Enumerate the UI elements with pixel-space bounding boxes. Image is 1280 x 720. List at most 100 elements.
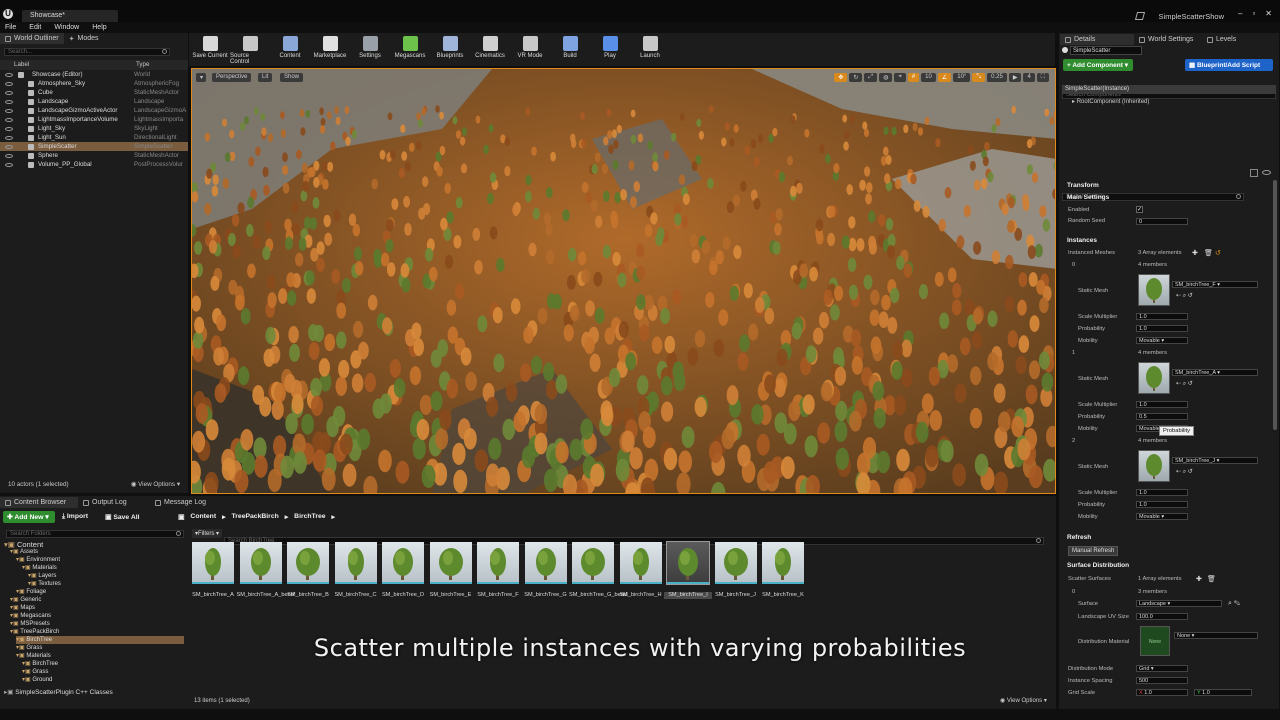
array-add-icon[interactable]: ✚ — [1196, 575, 1202, 583]
visibility-icon[interactable] — [5, 72, 13, 77]
section-instances[interactable]: Instances — [1063, 236, 1275, 246]
browse-icon[interactable]: ⇠ ⌕ ↺ — [1176, 380, 1193, 388]
rotate-icon[interactable]: ↻ — [849, 73, 863, 82]
toolbar-button-megascans[interactable]: Megascans — [390, 36, 430, 65]
inst-spacing-field[interactable]: 500 — [1136, 677, 1188, 684]
section-surface-distribution[interactable]: Surface Distribution — [1063, 561, 1275, 571]
section-refresh[interactable]: Refresh — [1063, 533, 1275, 543]
breadcrumb-content[interactable]: Content — [190, 513, 216, 521]
tab-modes[interactable]: ✦ Modes — [64, 33, 104, 44]
tab-output-log[interactable]: Output Log — [78, 497, 150, 508]
menu-edit[interactable]: Edit — [29, 24, 41, 31]
folder-item[interactable]: ▾▣ Ground — [22, 676, 52, 684]
visibility-icon[interactable] — [5, 135, 13, 140]
import-button[interactable]: ⤓ Import — [62, 513, 88, 521]
mesh-thumbnail[interactable] — [1138, 450, 1170, 482]
world-icon[interactable]: ◍ — [879, 73, 893, 82]
folder-item[interactable]: ▾▣ Foliage — [16, 588, 46, 596]
dist-mode-dropdown[interactable]: Grid ▾ — [1136, 665, 1188, 672]
mesh-thumbnail[interactable] — [1138, 274, 1170, 306]
static-mesh-dropdown[interactable]: SM_birchTree_J ▾ — [1172, 457, 1258, 464]
details-scrollbar[interactable] — [1273, 180, 1277, 430]
col-type[interactable]: Type — [136, 61, 149, 68]
probability-field[interactable]: 1.0 — [1136, 325, 1188, 332]
mobility-dropdown[interactable]: Movable ▾ — [1136, 513, 1188, 520]
outliner-row[interactable]: Sphere StaticMeshActor — [0, 151, 188, 160]
folder-item[interactable]: ▾▣ Content — [4, 540, 43, 549]
toolbar-button-cinematics[interactable]: Cinematics — [470, 36, 510, 65]
folder-item[interactable]: ▾▣ Textures — [28, 580, 61, 588]
picker-icon[interactable]: ⌕ ✎ — [1228, 600, 1240, 608]
random-seed-field[interactable]: 0 — [1136, 218, 1188, 225]
folder-item[interactable]: ▾▣ Assets — [10, 548, 38, 556]
asset-tile[interactable] — [762, 542, 804, 584]
save-all-button[interactable]: ▣ Save All — [105, 513, 140, 521]
outliner-row[interactable]: Showcase (Editor) World — [0, 70, 188, 79]
grid-snap-value[interactable]: 10 — [921, 73, 936, 82]
array-clear-icon[interactable]: 🗑 — [1204, 249, 1213, 257]
cpp-classes-folder[interactable]: ▸▣ SimpleScatterPlugin C++ Classes — [4, 688, 113, 696]
grid-scale-y[interactable]: Y 1.0 — [1194, 689, 1252, 696]
asset-tile[interactable] — [382, 542, 424, 584]
array-add-icon[interactable]: ✚ — [1192, 249, 1198, 257]
camera-speed-icon[interactable]: ▶ — [1008, 73, 1022, 82]
visibility-icon[interactable] — [5, 153, 13, 158]
perspective-button[interactable]: Perspective — [212, 73, 252, 82]
folder-item[interactable]: ▾▣ Megascans — [10, 612, 51, 620]
show-button[interactable]: Show — [280, 73, 304, 82]
visibility-icon[interactable] — [5, 117, 13, 122]
maximize-icon[interactable]: ▫ — [1252, 9, 1255, 18]
toolbar-button-launch[interactable]: Launch — [630, 36, 670, 65]
minimize-icon[interactable]: – — [1238, 9, 1242, 18]
folder-item[interactable]: ▾▣ MSPresets — [10, 620, 50, 628]
angle-snap-icon[interactable]: ∠ — [937, 73, 952, 82]
scale-icon[interactable]: ⤢ — [864, 73, 878, 82]
asset-tile[interactable] — [477, 542, 519, 584]
grid-scale-x[interactable]: X 1.0 — [1136, 689, 1188, 696]
asset-tile[interactable] — [192, 542, 234, 584]
asset-view-options-button[interactable]: ◉ View Options ▾ — [1000, 697, 1047, 704]
property-matrix-icon[interactable] — [1250, 169, 1258, 177]
search-folders-input[interactable]: Search Folders — [6, 530, 184, 538]
angle-snap-value[interactable]: 10° — [953, 73, 971, 82]
folder-item[interactable]: ▾▣ Environment — [16, 556, 60, 564]
visibility-icon[interactable] — [5, 90, 13, 95]
tab-content-browser[interactable]: Content Browser — [0, 497, 78, 508]
tab-levels[interactable]: Levels — [1202, 34, 1262, 45]
document-tab[interactable]: Showcase* — [22, 10, 118, 22]
camera-speed-value[interactable]: 4 — [1023, 73, 1035, 82]
outliner-row[interactable]: Landscape Landscape — [0, 97, 188, 106]
view-options-button[interactable]: ◉ View Options ▾ — [131, 481, 180, 488]
tab-message-log[interactable]: Message Log — [150, 497, 222, 508]
tab-world-settings[interactable]: World Settings — [1134, 34, 1202, 45]
toolbar-button-blueprints[interactable]: Blueprints — [430, 36, 470, 65]
enabled-checkbox[interactable]: ✓ — [1136, 206, 1143, 213]
tab-details[interactable]: Details — [1060, 34, 1134, 45]
uv-size-field[interactable]: 100.0 — [1136, 613, 1188, 620]
asset-tile[interactable] — [287, 542, 329, 584]
asset-tile[interactable] — [334, 542, 377, 584]
eye-icon[interactable] — [1262, 170, 1271, 175]
asset-tile[interactable] — [524, 542, 567, 584]
lit-button[interactable]: Lit — [258, 73, 273, 82]
probability-field[interactable]: 1.0 — [1136, 501, 1188, 508]
scale-snap-value[interactable]: 0.25 — [987, 73, 1007, 82]
folder-item[interactable]: ▾▣ Materials — [22, 564, 57, 572]
outliner-row[interactable]: Volume_PP_Global PostProcessVolur — [0, 160, 188, 169]
scale-multiplier-field[interactable]: 1.0 — [1136, 313, 1188, 320]
array-clear-icon[interactable]: 🗑 — [1207, 575, 1216, 583]
outliner-row[interactable]: LandscapeGizmoActiveActor LandscapeGizmoA — [0, 106, 188, 115]
root-component-row[interactable]: ▸ RootComponent (Inherited) — [1072, 98, 1149, 105]
tab-world-outliner[interactable]: World Outliner — [0, 33, 64, 44]
toolbar-button-content[interactable]: Content — [270, 36, 310, 65]
browse-icon[interactable]: ⇠ ⌕ ↺ — [1176, 468, 1193, 476]
static-mesh-dropdown[interactable]: SM_birchTree_A ▾ — [1172, 369, 1258, 376]
reset-icon[interactable]: ↺ — [1215, 249, 1221, 257]
browse-icon[interactable]: ⇠ ⌕ ↺ — [1176, 292, 1193, 300]
folder-item[interactable]: ▾▣ Layers — [28, 572, 56, 580]
static-mesh-dropdown[interactable]: SM_birchTree_F ▾ — [1172, 281, 1258, 288]
folder-item[interactable]: ▾▣ Grass — [22, 668, 48, 676]
section-main-settings[interactable]: Main Settings — [1063, 193, 1275, 203]
probability-field[interactable]: 0.5 — [1136, 413, 1188, 420]
scale-multiplier-field[interactable]: 1.0 — [1136, 489, 1188, 496]
